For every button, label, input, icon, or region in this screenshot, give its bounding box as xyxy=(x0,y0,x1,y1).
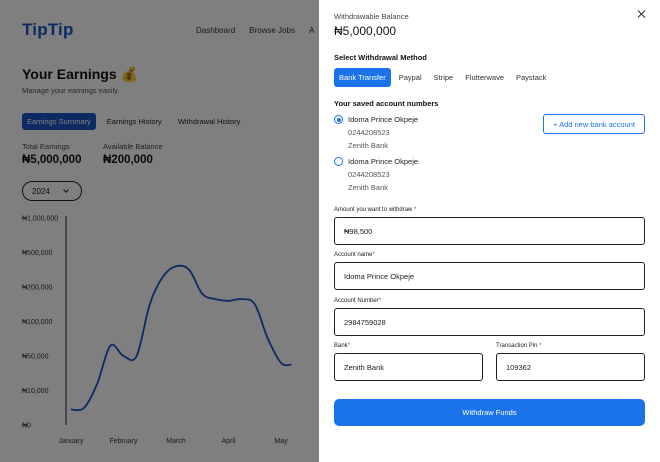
amount-input[interactable]: ₦98,500 xyxy=(334,217,645,245)
bank-input[interactable]: Zenith Bank xyxy=(334,353,483,381)
method-stripe[interactable]: Stripe xyxy=(430,68,458,87)
close-icon[interactable] xyxy=(637,9,647,19)
account-number-label: Account Number* xyxy=(334,298,382,304)
select-method-heading: Select Withdrawal Method xyxy=(334,53,427,62)
method-paypal[interactable]: Paypal xyxy=(395,68,426,87)
saved-account-name: Idoma Prince Okpeje xyxy=(348,157,419,166)
account-name-input[interactable]: Idoma Prince Okpeje xyxy=(334,262,645,290)
method-flutterwave[interactable]: Flutterwave xyxy=(461,68,508,87)
saved-account-number: 0244208523 xyxy=(348,128,390,137)
saved-account-name: Idoma Prince Okpeje xyxy=(348,115,419,124)
withdrawal-method-tabs: Bank Transfer Paypal Stripe Flutterwave … xyxy=(334,68,550,87)
amount-label: Amount you want to withdraw * xyxy=(334,207,417,213)
withdrawable-balance-value: ₦5,000,000 xyxy=(334,24,397,38)
method-bank-transfer[interactable]: Bank Transfer xyxy=(334,68,391,87)
withdraw-funds-button[interactable]: Withdraw Funds xyxy=(334,399,645,426)
saved-accounts-heading: Your saved account numbers xyxy=(334,99,439,108)
transaction-pin-label: Transaction Pin * xyxy=(496,343,542,349)
saved-account-bank: Zenith Bank xyxy=(348,141,389,150)
saved-account-number: 0244208523 xyxy=(348,170,390,179)
withdrawable-balance-label: Withdrawable Balance xyxy=(334,12,409,21)
method-paystack[interactable]: Paystack xyxy=(512,68,550,87)
withdraw-drawer: Withdrawable Balance ₦5,000,000 Select W… xyxy=(319,0,660,462)
account-radio-selected[interactable] xyxy=(334,115,343,124)
transaction-pin-input[interactable]: 109362 xyxy=(496,353,645,381)
saved-account-bank: Zenith Bank xyxy=(348,183,389,192)
account-number-input[interactable]: 2984759028 xyxy=(334,308,645,336)
account-name-label: Account name* xyxy=(334,252,375,258)
account-radio[interactable] xyxy=(334,157,343,166)
bank-label: Bank* xyxy=(334,343,351,349)
add-bank-account-button[interactable]: + Add new bank account xyxy=(543,114,645,134)
